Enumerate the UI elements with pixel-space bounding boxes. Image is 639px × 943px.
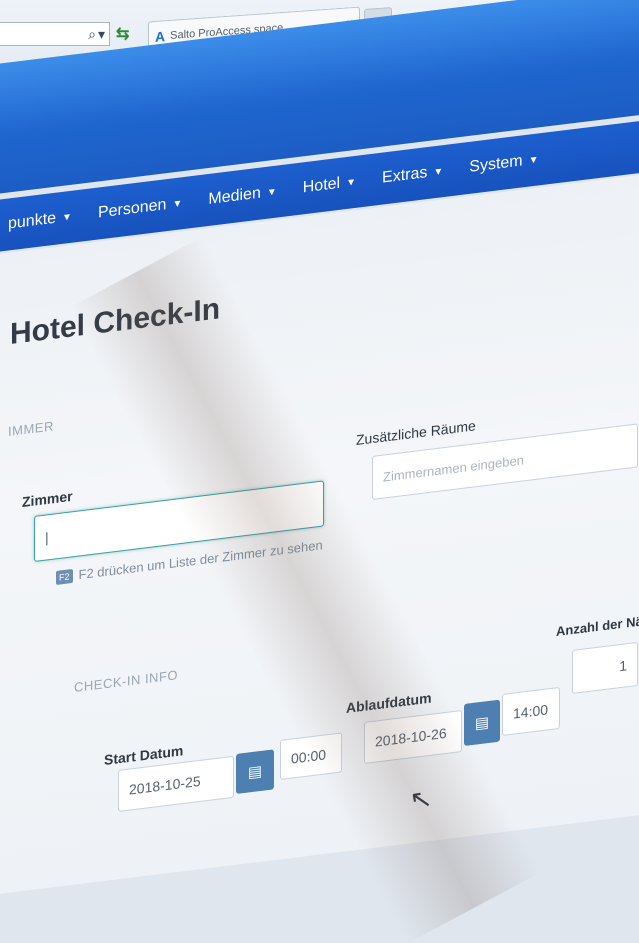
calendar-icon: ▤ (247, 762, 263, 782)
chevron-down-icon: ▼ (433, 165, 444, 178)
nights-input[interactable]: 1 (572, 641, 638, 694)
chevron-down-icon: ▼ (266, 186, 277, 199)
nav-item-zutrittspunkte[interactable]: punkte ▼ (8, 208, 72, 234)
calendar-icon: ▤ (474, 713, 490, 733)
chevron-down-icon: ▼ (528, 153, 539, 167)
refresh-icon[interactable]: ⇆ (116, 24, 129, 44)
nav-item-extras[interactable]: Extras ▼ (382, 162, 443, 188)
nav-item-medien[interactable]: Medien ▼ (208, 183, 276, 209)
nav-item-hotel[interactable]: Hotel ▼ (303, 173, 356, 198)
start-date-calendar-button[interactable]: ▤ (236, 749, 274, 794)
nav-item-personen[interactable]: Personen ▼ (98, 194, 182, 222)
chevron-down-icon: ▼ (346, 176, 357, 189)
salto-logo-icon: A (155, 27, 166, 45)
expiry-date-calendar-button[interactable]: ▤ (464, 699, 500, 746)
chevron-down-icon: ▼ (172, 197, 183, 210)
address-bar[interactable]: ⌕ ▾ (0, 22, 110, 46)
start-time-input[interactable]: 00:00 (280, 732, 342, 780)
chevron-down-icon: ▼ (62, 211, 72, 224)
expiry-time-input[interactable]: 14:00 (502, 686, 560, 736)
nav-item-system[interactable]: System ▼ (469, 150, 538, 177)
chevron-down-icon[interactable]: ▾ (98, 26, 105, 43)
f2-key-icon: F2 (56, 568, 73, 585)
search-icon[interactable]: ⌕ (88, 26, 96, 43)
